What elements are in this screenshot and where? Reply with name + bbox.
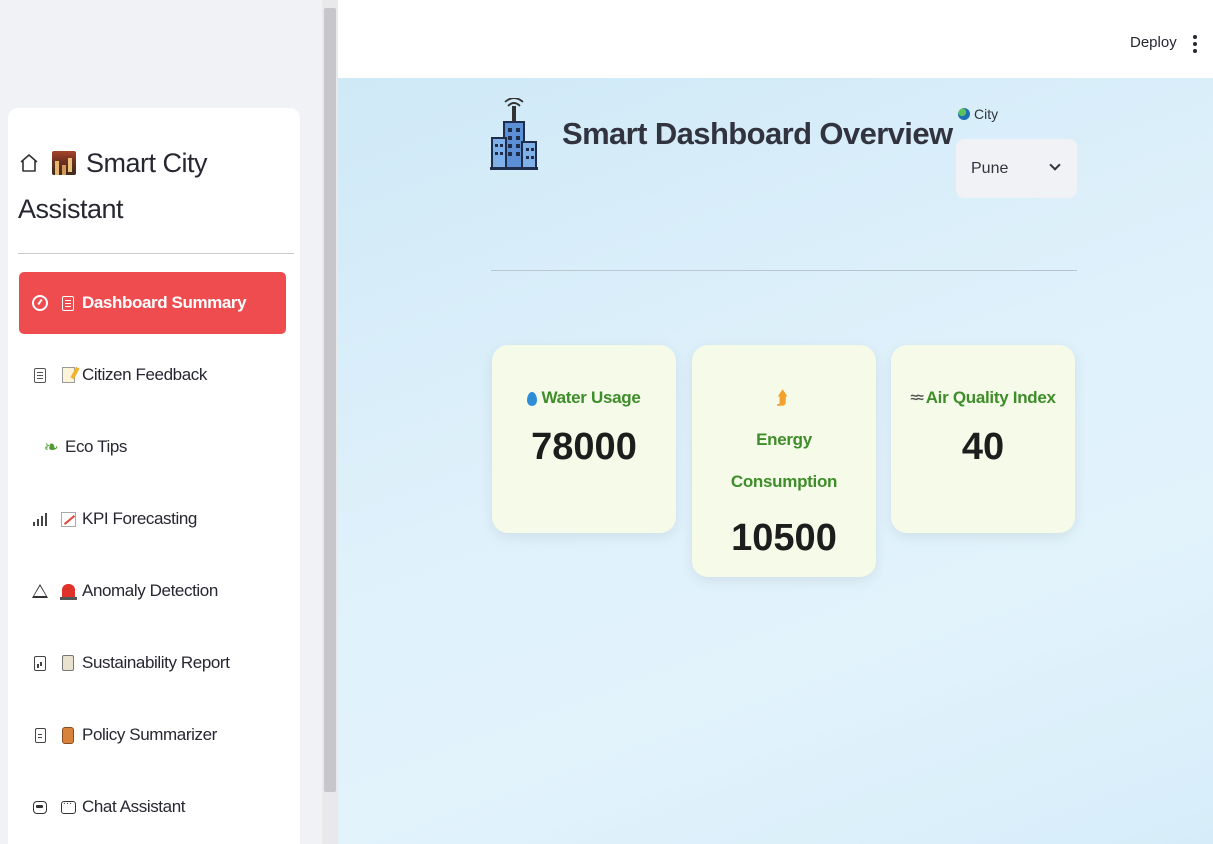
nav-item-label: Dashboard Summary: [82, 293, 247, 312]
speech-bubble-icon: [60, 796, 76, 816]
brand: Smart City Assistant: [18, 140, 288, 232]
memo-icon: [60, 366, 76, 384]
document-icon: [32, 727, 48, 743]
report-icon: [32, 655, 48, 671]
clipboard-icon: [60, 294, 76, 312]
page-title: Smart Dashboard Overview: [562, 116, 953, 151]
nav-item-label: KPI Forecasting: [82, 509, 197, 528]
deploy-button[interactable]: Deploy: [1130, 34, 1177, 51]
nav-item-sustainability-report[interactable]: Sustainability Report: [19, 632, 286, 694]
nav-item-chat-assistant[interactable]: Chat Assistant: [19, 776, 286, 838]
metric-card-value: 40: [961, 426, 1005, 468]
nav-item-dashboard-summary[interactable]: Dashboard Summary: [19, 272, 286, 334]
metric-card-energy-consumption: ⮭ Energy Consumption 10500: [692, 345, 876, 577]
globe-icon: [958, 108, 970, 120]
cityscape-icon: [52, 151, 76, 175]
brand-title: Smart City Assistant: [18, 148, 208, 224]
nav-item-label: Policy Summarizer: [82, 725, 217, 744]
sidebar-panel: Smart City Assistant Dashboard Summary C…: [8, 108, 300, 844]
nav-item-anomaly-detection[interactable]: Anomaly Detection: [19, 560, 286, 622]
metric-card-label: ≈≈ Air Quality Index: [891, 377, 1075, 418]
message-icon: [32, 367, 48, 383]
nav-item-policy-summarizer[interactable]: Policy Summarizer: [19, 704, 286, 766]
wind-icon: ≈≈: [910, 389, 923, 405]
seedling-icon: ❧: [43, 436, 59, 457]
city-select-value: Pune: [971, 159, 1009, 177]
nav-item-label: Eco Tips: [65, 437, 127, 456]
brand-divider: [18, 253, 294, 254]
robot-icon: [32, 799, 48, 815]
smart-building-icon: [490, 98, 538, 170]
chart-increasing-icon: [60, 510, 76, 528]
city-label: City: [958, 106, 998, 122]
sidebar-nav: Dashboard Summary Citizen Feedback ❧ Eco…: [19, 272, 286, 844]
bar-chart-icon: [32, 511, 48, 527]
lightning-icon: ⮭: [776, 388, 788, 408]
home-icon: [20, 154, 38, 172]
section-divider: [491, 270, 1077, 271]
nav-item-citizen-feedback[interactable]: Citizen Feedback: [19, 344, 286, 406]
metric-card-value: 10500: [731, 517, 837, 559]
metric-card-label: ⮭ Energy Consumption: [692, 377, 876, 503]
droplet-icon: [527, 391, 538, 406]
scroll-icon: [60, 726, 76, 744]
nav-item-eco-tips[interactable]: ❧ Eco Tips: [19, 416, 286, 478]
nav-item-label: Sustainability Report: [82, 653, 230, 672]
metric-card-label: Water Usage: [492, 377, 676, 418]
city-label-text: City: [974, 106, 999, 122]
metric-card-value: 78000: [531, 426, 637, 468]
more-menu-icon[interactable]: [1193, 35, 1197, 53]
nav-item-label: Citizen Feedback: [82, 365, 207, 384]
siren-icon: [59, 582, 77, 600]
metric-card-water-usage: Water Usage 78000: [492, 345, 676, 533]
metric-card-air-quality-index: ≈≈ Air Quality Index 40: [891, 345, 1075, 533]
sidebar-scrollbar[interactable]: [322, 0, 338, 844]
warning-icon: [32, 583, 48, 599]
app-header: Deploy: [338, 0, 1213, 78]
sidebar-scrollbar-thumb[interactable]: [324, 8, 336, 792]
main-content: Smart Dashboard Overview City Pune Water…: [338, 78, 1213, 844]
gauge-icon: [32, 295, 48, 311]
nav-item-kpi-forecasting[interactable]: KPI Forecasting: [19, 488, 286, 550]
nav-item-label: Chat Assistant: [82, 797, 186, 816]
chevron-down-icon: [1049, 159, 1061, 171]
nav-item-label: Anomaly Detection: [82, 581, 218, 600]
scroll-icon: [60, 654, 76, 672]
city-select[interactable]: Pune: [956, 139, 1077, 198]
